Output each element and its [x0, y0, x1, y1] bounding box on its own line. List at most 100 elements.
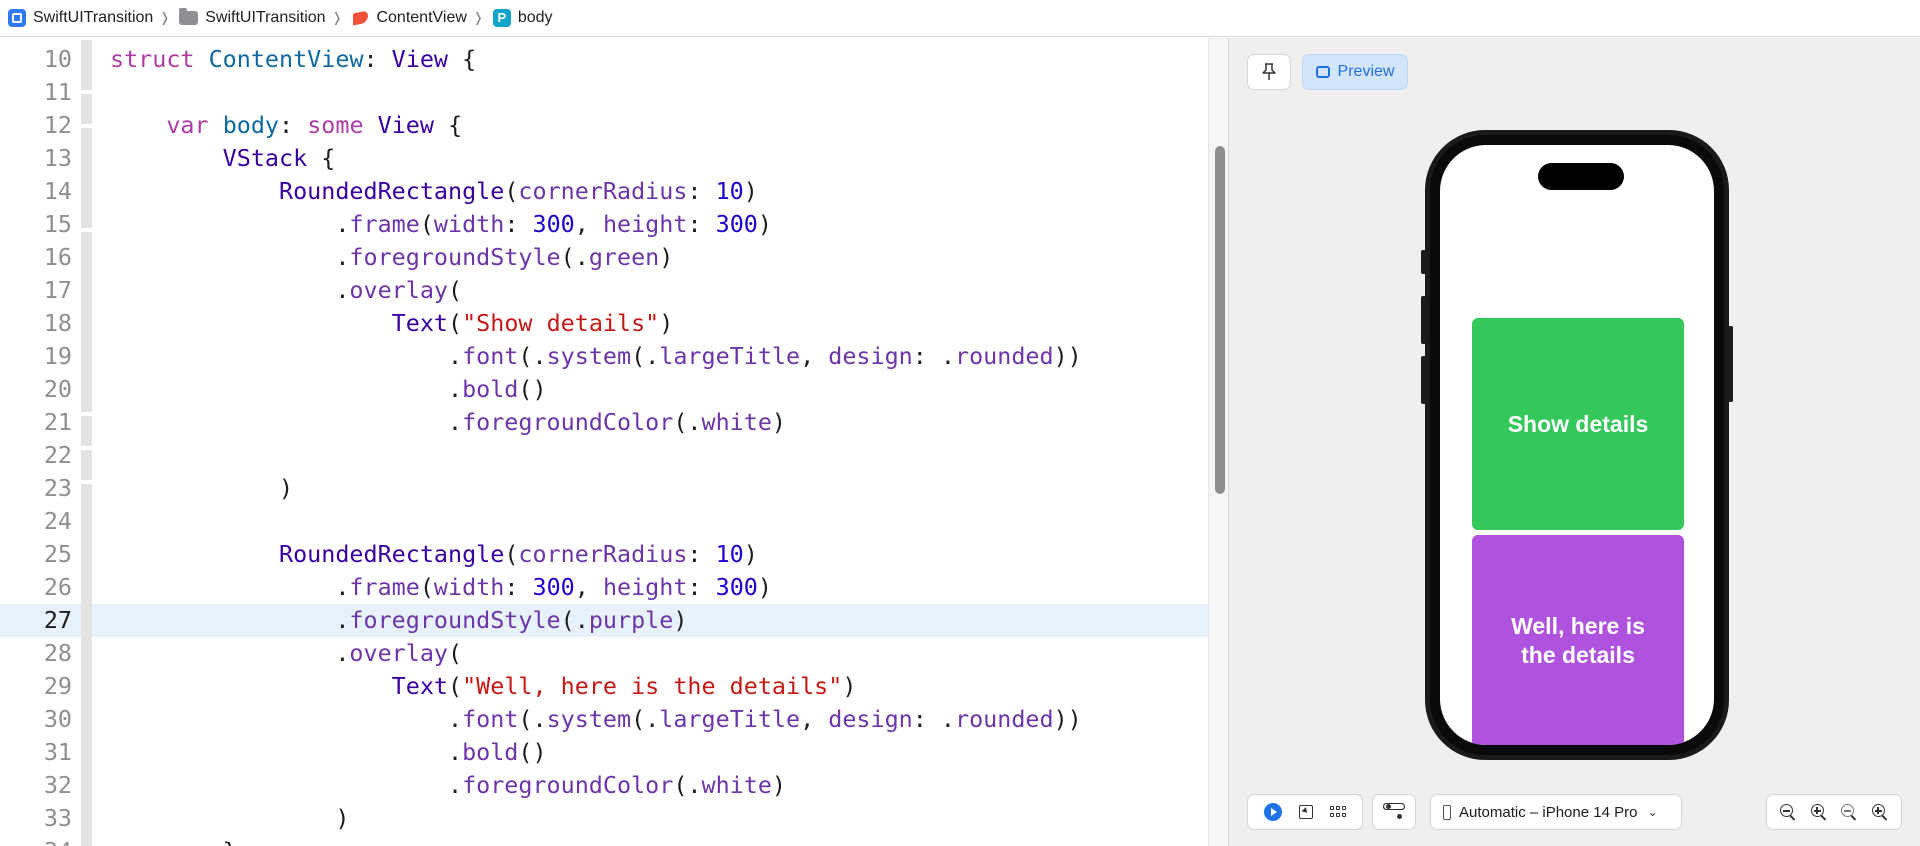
code-text: struct ContentView: View {	[110, 43, 476, 76]
code-folding-ribbon[interactable]	[81, 416, 92, 446]
member-token: bold	[462, 375, 519, 403]
code-line[interactable]: 18 Text("Show details")	[0, 307, 1208, 340]
plain-token: .	[110, 639, 350, 667]
code-line[interactable]: 23 )	[0, 472, 1208, 505]
plain-token: :	[504, 573, 533, 601]
member-token: height	[602, 210, 688, 238]
zoom-in-icon[interactable]	[1871, 803, 1889, 821]
plain-token: )	[757, 573, 772, 601]
show-details-card[interactable]: Show details	[1472, 318, 1684, 530]
editor-scrollbar[interactable]	[1208, 38, 1228, 846]
code-folding-ribbon[interactable]	[81, 450, 92, 480]
code-line[interactable]: 22	[0, 439, 1208, 472]
device-screen[interactable]: Show details Well, here is the details	[1440, 145, 1714, 745]
code-line[interactable]: 26 .frame(width: 300, height: 300)	[0, 571, 1208, 604]
code-folding-ribbon[interactable]	[81, 128, 92, 228]
pin-preview-button[interactable]	[1247, 54, 1291, 90]
code-line[interactable]: 29 Text("Well, here is the details")	[0, 670, 1208, 703]
zoom-to-fit-icon[interactable]	[1840, 803, 1858, 821]
code-line[interactable]: 20 .bold()	[0, 373, 1208, 406]
line-number: 13	[43, 144, 72, 172]
member-token: design	[828, 705, 913, 733]
grid-icon[interactable]	[1329, 806, 1346, 818]
code-line[interactable]: 19 .font(.system(.largeTitle, design: .r…	[0, 340, 1208, 373]
variants-button[interactable]	[1372, 794, 1416, 830]
plain-token: ()	[518, 375, 547, 403]
plain-token: (.	[518, 705, 547, 733]
plain-token: (	[448, 309, 463, 337]
code-editor[interactable]: 34 }33 )32 .foregroundColor(.white)31 .b…	[0, 38, 1208, 846]
selectable-mode-icon[interactable]	[1298, 805, 1313, 819]
code-line[interactable]: 25 RoundedRectangle(cornerRadius: 10)	[0, 538, 1208, 571]
code-line[interactable]: 27 .foregroundStyle(.purple)	[0, 604, 1208, 637]
line-number: 30	[43, 705, 72, 733]
code-text: )	[110, 472, 293, 505]
live-preview-icon[interactable]	[1264, 803, 1283, 821]
line-number: 28	[43, 639, 72, 667]
keyword-token: var	[166, 111, 209, 139]
zoom-out-icon[interactable]	[1779, 803, 1797, 821]
plain-token: .	[110, 375, 463, 403]
type-token: RoundedRectangle	[279, 177, 505, 205]
scrollbar-thumb[interactable]	[1215, 146, 1225, 494]
breadcrumb-item-project[interactable]: SwiftUITransition	[8, 9, 153, 27]
breadcrumb-item-group[interactable]: SwiftUITransition	[179, 8, 326, 27]
number-token: 300	[532, 210, 575, 238]
member-token: purple	[588, 606, 674, 634]
line-number: 23	[43, 474, 72, 502]
line-number: 34	[0, 835, 72, 846]
line-number: 24	[43, 507, 72, 535]
code-line[interactable]: 12 var body: some View {	[0, 109, 1208, 142]
plain-token: ,	[800, 705, 829, 733]
code-line[interactable]: 28 .overlay(	[0, 637, 1208, 670]
code-line[interactable]: 11	[0, 76, 1208, 109]
declaration-token: body	[222, 111, 280, 139]
code-line[interactable]: 21 .foregroundColor(.white)	[0, 406, 1208, 439]
plain-token: (	[448, 672, 463, 700]
code-line[interactable]: 16 .foregroundStyle(.green)	[0, 241, 1208, 274]
member-token: largeTitle	[659, 342, 801, 370]
line-number: 15	[43, 210, 72, 238]
code-folding-ribbon[interactable]	[81, 484, 92, 846]
code-line[interactable]: 32 .foregroundColor(.white)	[0, 769, 1208, 802]
code-line[interactable]: 34 }	[0, 835, 1208, 846]
member-token: rounded	[955, 705, 1054, 733]
code-line[interactable]: 31 .bold()	[0, 736, 1208, 769]
zoom-actual-size-icon[interactable]	[1810, 803, 1828, 821]
code-folding-ribbon[interactable]	[81, 40, 92, 90]
member-token: foregroundStyle	[349, 243, 561, 271]
preview-mode-button[interactable]: Preview	[1302, 54, 1408, 90]
line-number: 16	[43, 243, 72, 271]
code-line[interactable]: 17 .overlay(	[0, 274, 1208, 307]
member-token: rounded	[955, 342, 1054, 370]
line-number: 21	[43, 408, 72, 436]
code-line[interactable]: 14 RoundedRectangle(cornerRadius: 10)	[0, 175, 1208, 208]
code-line[interactable]: 10 struct ContentView: View {	[0, 43, 1208, 76]
code-folding-ribbon[interactable]	[81, 94, 92, 124]
code-line[interactable]: 24	[0, 505, 1208, 538]
code-line[interactable]: 15 .frame(width: 300, height: 300)	[0, 208, 1208, 241]
plain-token: :	[687, 177, 716, 205]
code-folding-ribbon[interactable]	[81, 232, 92, 412]
breadcrumb-item-file[interactable]: ContentView	[351, 9, 466, 27]
plain-token: (	[504, 177, 519, 205]
breadcrumb-item-symbol[interactable]: P body	[492, 9, 553, 27]
code-line[interactable]: 30 .font(.system(.largeTitle, design: .r…	[0, 703, 1208, 736]
code-line[interactable]: 33 )	[0, 802, 1208, 835]
code-line[interactable]: 13 VStack {	[0, 142, 1208, 175]
code-text: .foregroundStyle(.green)	[110, 241, 673, 274]
property-icon: P	[492, 9, 511, 27]
code-text: .overlay(	[110, 637, 462, 670]
folder-icon	[179, 8, 199, 25]
details-card[interactable]: Well, here is the details	[1472, 535, 1684, 745]
plain-token: ,	[574, 210, 603, 238]
plain-token: )	[673, 606, 688, 634]
plain-token: .	[110, 243, 350, 271]
device-selector[interactable]: Automatic – iPhone 14 Pro ⌄	[1430, 794, 1682, 830]
member-token: overlay	[349, 276, 448, 304]
code-text: .frame(width: 300, height: 300)	[110, 571, 772, 604]
plain-token: )	[771, 408, 786, 436]
